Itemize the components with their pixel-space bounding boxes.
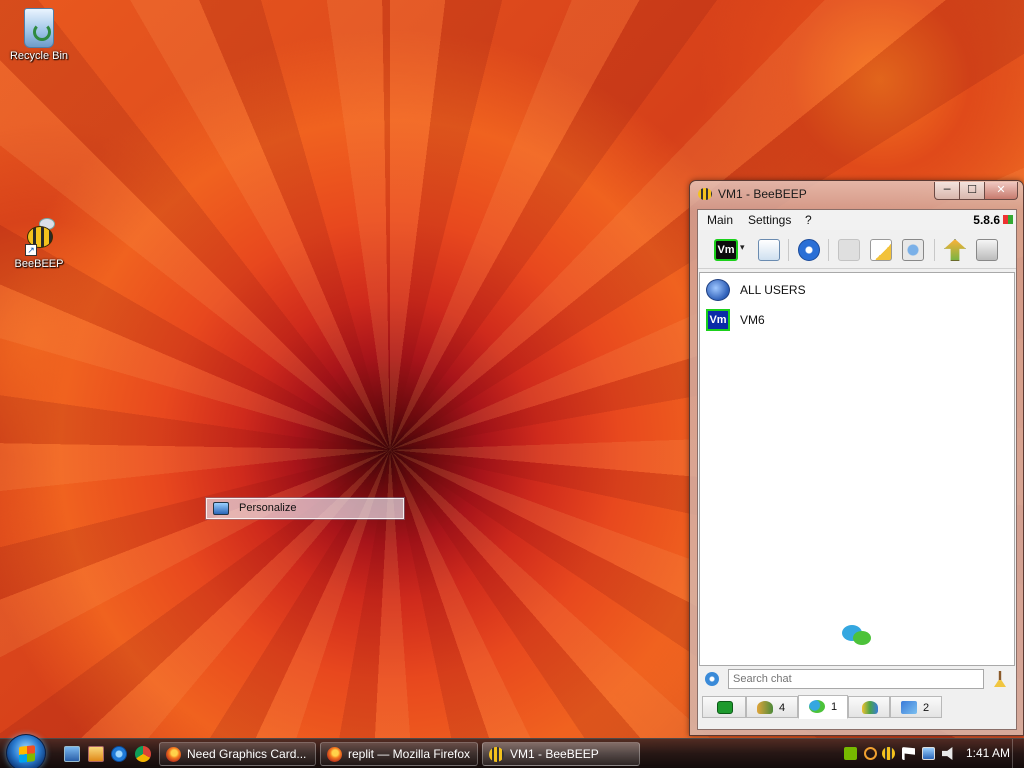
- update-flag-icon: [1003, 215, 1013, 224]
- desktop-icon-label: Recycle Bin: [9, 50, 69, 62]
- taskbar-item-label: replit — Mozilla Firefox: [348, 747, 471, 761]
- tab-count: 2: [923, 702, 930, 714]
- volume-icon[interactable]: [942, 747, 953, 760]
- title-bar[interactable]: VM1 - BeeBEEP ─ ☐ ✕: [690, 181, 1023, 207]
- user-label: VM6: [740, 313, 765, 327]
- show-desktop-icon[interactable]: [64, 746, 80, 762]
- profile-button[interactable]: Vm: [714, 239, 738, 261]
- user-row-vm6[interactable]: Vm VM6: [704, 307, 1004, 333]
- user-list: ALL USERS Vm VM6: [699, 272, 1015, 666]
- edit-profile-icon[interactable]: [758, 239, 780, 261]
- tab-home[interactable]: [702, 696, 746, 718]
- home-icon: [717, 701, 733, 714]
- maximize-button[interactable]: ☐: [959, 182, 985, 200]
- search-icon[interactable]: [864, 747, 877, 760]
- user-row-all-users[interactable]: ALL USERS: [704, 277, 1004, 303]
- note-icon[interactable]: [870, 239, 892, 261]
- firefox-icon: [327, 747, 342, 762]
- taskbar-item-firefox-graphics[interactable]: Need Graphics Card...: [159, 742, 316, 766]
- desktop-icon-label: BeeBEEP: [14, 258, 64, 270]
- groups-icon: [862, 701, 878, 714]
- user-label: ALL USERS: [740, 283, 806, 297]
- users-icon: [757, 701, 773, 714]
- network-icon[interactable]: [922, 747, 935, 760]
- tab-file-sharing[interactable]: 2: [890, 696, 942, 718]
- menu-bar: Main Settings ? 5.8.6: [698, 210, 1016, 230]
- chat-bubbles-icon: [842, 625, 872, 647]
- desktop-icon-recycle-bin[interactable]: Recycle Bin: [4, 8, 74, 62]
- mail-icon[interactable]: [838, 239, 860, 261]
- media-player-icon[interactable]: [88, 746, 104, 762]
- bee-icon: [698, 188, 712, 200]
- bee-icon[interactable]: [882, 747, 895, 760]
- bee-icon: [489, 747, 504, 762]
- recycle-bin-icon: [24, 8, 54, 48]
- nvidia-icon[interactable]: [844, 747, 857, 760]
- chrome-icon[interactable]: [135, 746, 151, 762]
- all-users-icon: [706, 279, 730, 301]
- toolbar-divider: [788, 239, 789, 261]
- personalize-icon: [213, 502, 229, 515]
- tab-count: 4: [779, 702, 786, 714]
- start-button[interactable]: [6, 734, 46, 768]
- toolbar-divider: [934, 239, 935, 261]
- context-menu-label: Personalize: [239, 502, 297, 514]
- desktop-icon-beebeep[interactable]: ↗ BeeBEEP: [4, 218, 74, 270]
- internet-explorer-icon[interactable]: [111, 746, 127, 762]
- toolbar: Vm ▾: [698, 231, 1016, 269]
- clear-search-icon[interactable]: [994, 671, 1006, 687]
- taskbar-item-label: VM1 - BeeBEEP: [510, 747, 599, 761]
- search-input[interactable]: [728, 669, 984, 689]
- minimize-button[interactable]: ─: [934, 182, 960, 200]
- flag-icon[interactable]: [902, 747, 915, 760]
- tab-chats[interactable]: 1: [798, 695, 848, 719]
- network-icon[interactable]: [798, 239, 820, 261]
- chevron-down-icon[interactable]: ▾: [740, 243, 752, 265]
- version-label: 5.8.6: [973, 213, 1000, 227]
- menu-settings[interactable]: Settings: [748, 213, 791, 227]
- clock[interactable]: 1:41 AM: [966, 746, 1010, 760]
- tab-users[interactable]: 4: [746, 696, 798, 718]
- context-menu-item-personalize[interactable]: Personalize: [206, 498, 404, 519]
- taskbar-item-label: Need Graphics Card...: [187, 747, 307, 761]
- taskbar-item-firefox-replit[interactable]: replit — Mozilla Firefox: [320, 742, 478, 766]
- chats-icon: [809, 700, 825, 713]
- menu-main[interactable]: Main: [707, 213, 733, 227]
- bottom-tabs: 4 1 2: [698, 694, 1016, 720]
- window-title: VM1 - BeeBEEP: [718, 187, 807, 201]
- show-desktop-button[interactable]: [1012, 739, 1024, 768]
- vm-user-icon: Vm: [706, 309, 730, 331]
- firefox-icon: [166, 747, 181, 762]
- close-button[interactable]: ✕: [984, 182, 1018, 200]
- taskbar-item-beebeep[interactable]: VM1 - BeeBEEP: [482, 742, 640, 766]
- trash-icon[interactable]: [976, 239, 998, 261]
- tools-icon[interactable]: [902, 239, 924, 261]
- taskbar: Need Graphics Card... replit — Mozilla F…: [0, 734, 1024, 768]
- shortcut-arrow-icon: ↗: [25, 244, 37, 256]
- tab-count: 1: [831, 701, 838, 713]
- window-client: Main Settings ? 5.8.6 Vm ▾ ALL USERS Vm …: [697, 209, 1017, 730]
- bee-icon: ↗: [17, 218, 61, 256]
- search-row: [698, 666, 1016, 692]
- upload-icon[interactable]: [944, 239, 966, 261]
- file-sharing-icon: [901, 701, 917, 714]
- search-options-icon[interactable]: [705, 672, 719, 686]
- menu-help[interactable]: ?: [805, 213, 812, 227]
- beebeep-window: VM1 - BeeBEEP ─ ☐ ✕ Main Settings ? 5.8.…: [689, 180, 1024, 736]
- toolbar-divider: [828, 239, 829, 261]
- tab-groups[interactable]: [848, 696, 890, 718]
